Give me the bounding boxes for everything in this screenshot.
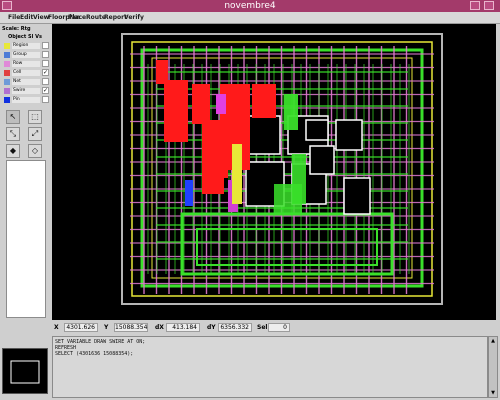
object-color-swatch [4, 61, 10, 67]
macro-block [335, 119, 363, 151]
object-visible-checkbox[interactable] [42, 51, 49, 58]
object-row-region[interactable]: Region [2, 42, 50, 51]
object-color-swatch [4, 52, 10, 58]
object-row-cell[interactable]: Cell ✓ [2, 69, 50, 78]
maximize-icon[interactable] [484, 1, 494, 10]
layout-view[interactable] [52, 24, 496, 320]
select-box-icon[interactable]: ⬚ [28, 110, 42, 124]
menu-view[interactable]: View [33, 12, 49, 23]
object-label: Cell [12, 70, 40, 76]
scroll-down-icon[interactable]: ▼ [490, 390, 496, 396]
object-color-swatch [4, 88, 10, 94]
x-label: X [54, 324, 59, 331]
object-visible-checkbox[interactable]: ✓ [42, 87, 49, 94]
macro-block [305, 119, 329, 141]
object-visible-checkbox[interactable]: ✓ [42, 69, 49, 76]
object-row-row[interactable]: Row [2, 60, 50, 69]
select-arrow-icon[interactable]: ↖ [6, 110, 20, 124]
dy-value: 6356.332 [218, 323, 252, 332]
y-label: Y [104, 324, 109, 331]
object-visible-checkbox[interactable] [42, 42, 49, 49]
menu-file[interactable]: File [8, 12, 20, 23]
diamond-fill-icon[interactable]: ◆ [6, 144, 20, 158]
object-label: Group [12, 52, 40, 58]
macro-block [309, 145, 335, 175]
object-row-swire[interactable]: Swire ✓ [2, 87, 50, 96]
macro-block [343, 177, 371, 215]
command-console[interactable]: SET VARIABLE DRAW SWIRE AT ON; REFRESH S… [52, 336, 488, 398]
cell-cluster [164, 80, 188, 142]
object-color-swatch [4, 97, 10, 103]
region-cluster [232, 144, 242, 204]
window-title: novembre4 [224, 1, 276, 11]
object-label: Pin [12, 97, 40, 103]
y-coordinate: 15088.354 [114, 323, 148, 332]
cell-cluster [210, 134, 228, 178]
object-color-swatch [4, 43, 10, 49]
console-scrollbar[interactable]: ▲ ▼ [488, 336, 498, 398]
menu-bar: File Edit View Floorplan Place Route Rep… [0, 12, 500, 24]
resize-icon[interactable]: ⤢ [28, 127, 42, 141]
object-visible-checkbox[interactable] [42, 78, 49, 85]
coordinate-bar: X 4301.626 Y 15088.354 dX 413.184 dY 635… [52, 322, 498, 334]
selection-count: 0 [268, 323, 290, 332]
routing-burst [284, 94, 298, 130]
menu-place[interactable]: Place [68, 12, 86, 23]
cell-cluster [192, 84, 210, 124]
x-coordinate: 4301.626 [64, 323, 98, 332]
dy-label: dY [207, 324, 216, 331]
object-label: Swire [12, 88, 40, 94]
stretch-icon[interactable]: ⤡ [6, 127, 20, 141]
object-visible-checkbox[interactable] [42, 60, 49, 67]
overview-viewport[interactable] [10, 360, 40, 384]
overview-map [10, 360, 40, 384]
object-label: Region [12, 43, 40, 49]
dx-value: 413.184 [166, 323, 200, 332]
object-visible-checkbox[interactable] [42, 96, 49, 103]
layout-canvas[interactable] [52, 24, 496, 320]
menu-verify[interactable]: Verify [124, 12, 144, 23]
menu-edit[interactable]: Edit [20, 12, 33, 23]
left-panel: Scale: Rtg Object Sl Vs Region Group Row Ce… [0, 24, 52, 320]
menu-route[interactable]: Route [86, 12, 106, 23]
scale-label: Scale: Rtg [2, 26, 31, 32]
object-color-swatch [4, 70, 10, 76]
object-header: Object Sl Vs [8, 34, 42, 40]
object-row-pin[interactable]: Pin [2, 96, 50, 105]
window-titlebar: novembre4 [0, 0, 500, 12]
dx-label: dX [155, 324, 164, 331]
sel-label: Sel [257, 324, 268, 331]
routing-burst [274, 184, 302, 214]
scroll-up-icon[interactable]: ▲ [490, 338, 496, 344]
window-menu-icon[interactable] [2, 1, 12, 10]
console-line: SELECT (4301636 15088354); [55, 351, 134, 357]
cell-cluster [252, 84, 276, 118]
object-row-group[interactable]: Group [2, 51, 50, 60]
diamond-outline-icon[interactable]: ◇ [28, 144, 42, 158]
object-row-net[interactable]: Net [2, 78, 50, 87]
tool-options-panel [6, 160, 46, 318]
minimize-icon[interactable] [470, 1, 480, 10]
object-label: Row [12, 61, 40, 67]
overview-window[interactable] [2, 348, 48, 394]
object-color-swatch [4, 79, 10, 85]
swire-cluster [216, 94, 226, 114]
object-label: Net [12, 79, 40, 85]
pin-cluster [185, 180, 193, 206]
